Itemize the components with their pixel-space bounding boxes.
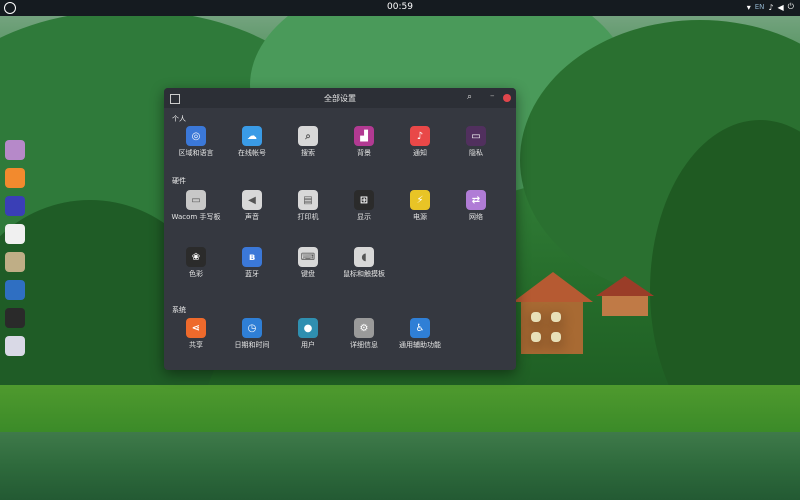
setting-label: 在线帐号 (238, 149, 266, 157)
dock-terminal-icon[interactable] (5, 308, 25, 328)
speaker-icon: ◀ (242, 190, 262, 210)
close-button[interactable] (503, 94, 511, 102)
section-personal: 个人 (172, 115, 186, 123)
power-icon[interactable]: ⏻ (788, 2, 794, 12)
minimize-button[interactable]: – (490, 91, 495, 101)
setting-color[interactable]: ❀ 色彩 (170, 247, 222, 279)
wallpaper-lake (0, 432, 800, 500)
tablet-icon: ▭ (186, 190, 206, 210)
dock-photos-icon[interactable] (5, 252, 25, 272)
color-icon: ❀ (186, 247, 206, 267)
setting-printer[interactable]: ▤ 打印机 (282, 190, 334, 222)
window-title: 全部设置 (324, 94, 356, 103)
setting-label: 通用辅助功能 (399, 341, 441, 349)
network-icon: ⇄ (466, 190, 486, 210)
setting-label: 打印机 (297, 213, 319, 221)
setting-label: 日期和时间 (234, 341, 270, 349)
setting-label: 用户 (301, 341, 315, 349)
background-icon: ▟ (354, 126, 374, 146)
setting-network[interactable]: ⇄ 网络 (450, 190, 502, 222)
dock (5, 140, 27, 364)
clock[interactable]: 00:59 (0, 2, 800, 12)
clock-icon: ◷ (242, 318, 262, 338)
keyboard-icon: ⌨ (298, 247, 318, 267)
setting-speaker[interactable]: ◀ 声音 (226, 190, 278, 222)
dock-video-icon[interactable] (5, 196, 25, 216)
dock-camera-icon[interactable] (5, 280, 25, 300)
setting-label: 详细信息 (350, 341, 378, 349)
setting-search[interactable]: ⌕ 搜索 (282, 126, 334, 158)
setting-globe[interactable]: ◎ 区域和语言 (170, 126, 222, 158)
setting-label: Wacom 手写板 (171, 213, 221, 221)
setting-label: 声音 (245, 213, 259, 221)
setting-accessibility[interactable]: ♿ 通用辅助功能 (394, 318, 446, 350)
dock-browser-icon[interactable] (5, 168, 25, 188)
wallpaper-house (513, 272, 593, 354)
setting-label: 电源 (413, 213, 427, 221)
setting-bell[interactable]: ♪ 通知 (394, 126, 446, 158)
wallpaper-grass (0, 385, 800, 435)
setting-privacy[interactable]: ▭ 隐私 (450, 126, 502, 158)
system-tray[interactable]: ▾ EN ♪ ◀ ⏻ (747, 2, 794, 12)
input-language[interactable]: EN (755, 3, 765, 11)
setting-label: 色彩 (189, 270, 203, 278)
setting-label: 搜索 (301, 149, 315, 157)
dock-music-icon[interactable] (5, 224, 25, 244)
setting-label: 蓝牙 (245, 270, 259, 278)
notification-icon[interactable]: ♪ (768, 3, 773, 12)
setting-mouse[interactable]: ◖ 鼠标和触摸板 (338, 247, 390, 279)
dock-settings-icon[interactable] (5, 336, 25, 356)
display-icon: ⊞ (354, 190, 374, 210)
setting-bluetooth[interactable]: ʙ 蓝牙 (226, 247, 278, 279)
search-icon: ⌕ (298, 126, 318, 146)
globe-icon: ◎ (186, 126, 206, 146)
bluetooth-icon: ʙ (242, 247, 262, 267)
setting-display[interactable]: ⊞ 显示 (338, 190, 390, 222)
setting-clock[interactable]: ◷ 日期和时间 (226, 318, 278, 350)
user-icon: ● (298, 318, 318, 338)
setting-label: 区域和语言 (178, 149, 214, 157)
setting-label: 鼠标和触摸板 (343, 270, 385, 278)
setting-keyboard[interactable]: ⌨ 键盘 (282, 247, 334, 279)
mouse-icon: ◖ (354, 247, 374, 267)
privacy-icon: ▭ (466, 126, 486, 146)
section-hardware: 硬件 (172, 177, 186, 185)
gear-icon: ⚙ (354, 318, 374, 338)
wallpaper-house (596, 276, 654, 316)
setting-power[interactable]: ⚡ 电源 (394, 190, 446, 222)
setting-label: 通知 (413, 149, 427, 157)
setting-label: 共享 (189, 341, 203, 349)
setting-label: 键盘 (301, 270, 315, 278)
setting-user[interactable]: ● 用户 (282, 318, 334, 350)
setting-label: 隐私 (469, 149, 483, 157)
accessibility-icon: ♿ (410, 318, 430, 338)
printer-icon: ▤ (298, 190, 318, 210)
setting-label: 网络 (469, 213, 483, 221)
setting-share[interactable]: ⋖ 共享 (170, 318, 222, 350)
setting-tablet[interactable]: ▭ Wacom 手写板 (170, 190, 222, 222)
power-icon: ⚡ (410, 190, 430, 210)
section-system: 系统 (172, 306, 186, 314)
setting-label: 显示 (357, 213, 371, 221)
volume-icon[interactable]: ◀ (778, 3, 784, 12)
dock-files-icon[interactable] (5, 140, 25, 160)
setting-gear[interactable]: ⚙ 详细信息 (338, 318, 390, 350)
cloud-icon: ☁ (242, 126, 262, 146)
top-panel: 00:59 ▾ EN ♪ ◀ ⏻ (0, 0, 800, 16)
window-titlebar[interactable]: 全部设置 ⌕ – (164, 88, 516, 108)
setting-label: 背景 (357, 149, 371, 157)
bell-icon: ♪ (410, 126, 430, 146)
setting-cloud[interactable]: ☁ 在线帐号 (226, 126, 278, 158)
wifi-icon[interactable]: ▾ (747, 3, 751, 12)
settings-window: 全部设置 ⌕ – 个人 硬件 系统 ◎ 区域和语言 ☁ 在线帐号 ⌕ 搜索 ▟ 背景 ♪ 通知 ▭ 隐… (164, 88, 516, 370)
search-icon[interactable]: ⌕ (467, 92, 472, 102)
share-icon: ⋖ (186, 318, 206, 338)
setting-background[interactable]: ▟ 背景 (338, 126, 390, 158)
